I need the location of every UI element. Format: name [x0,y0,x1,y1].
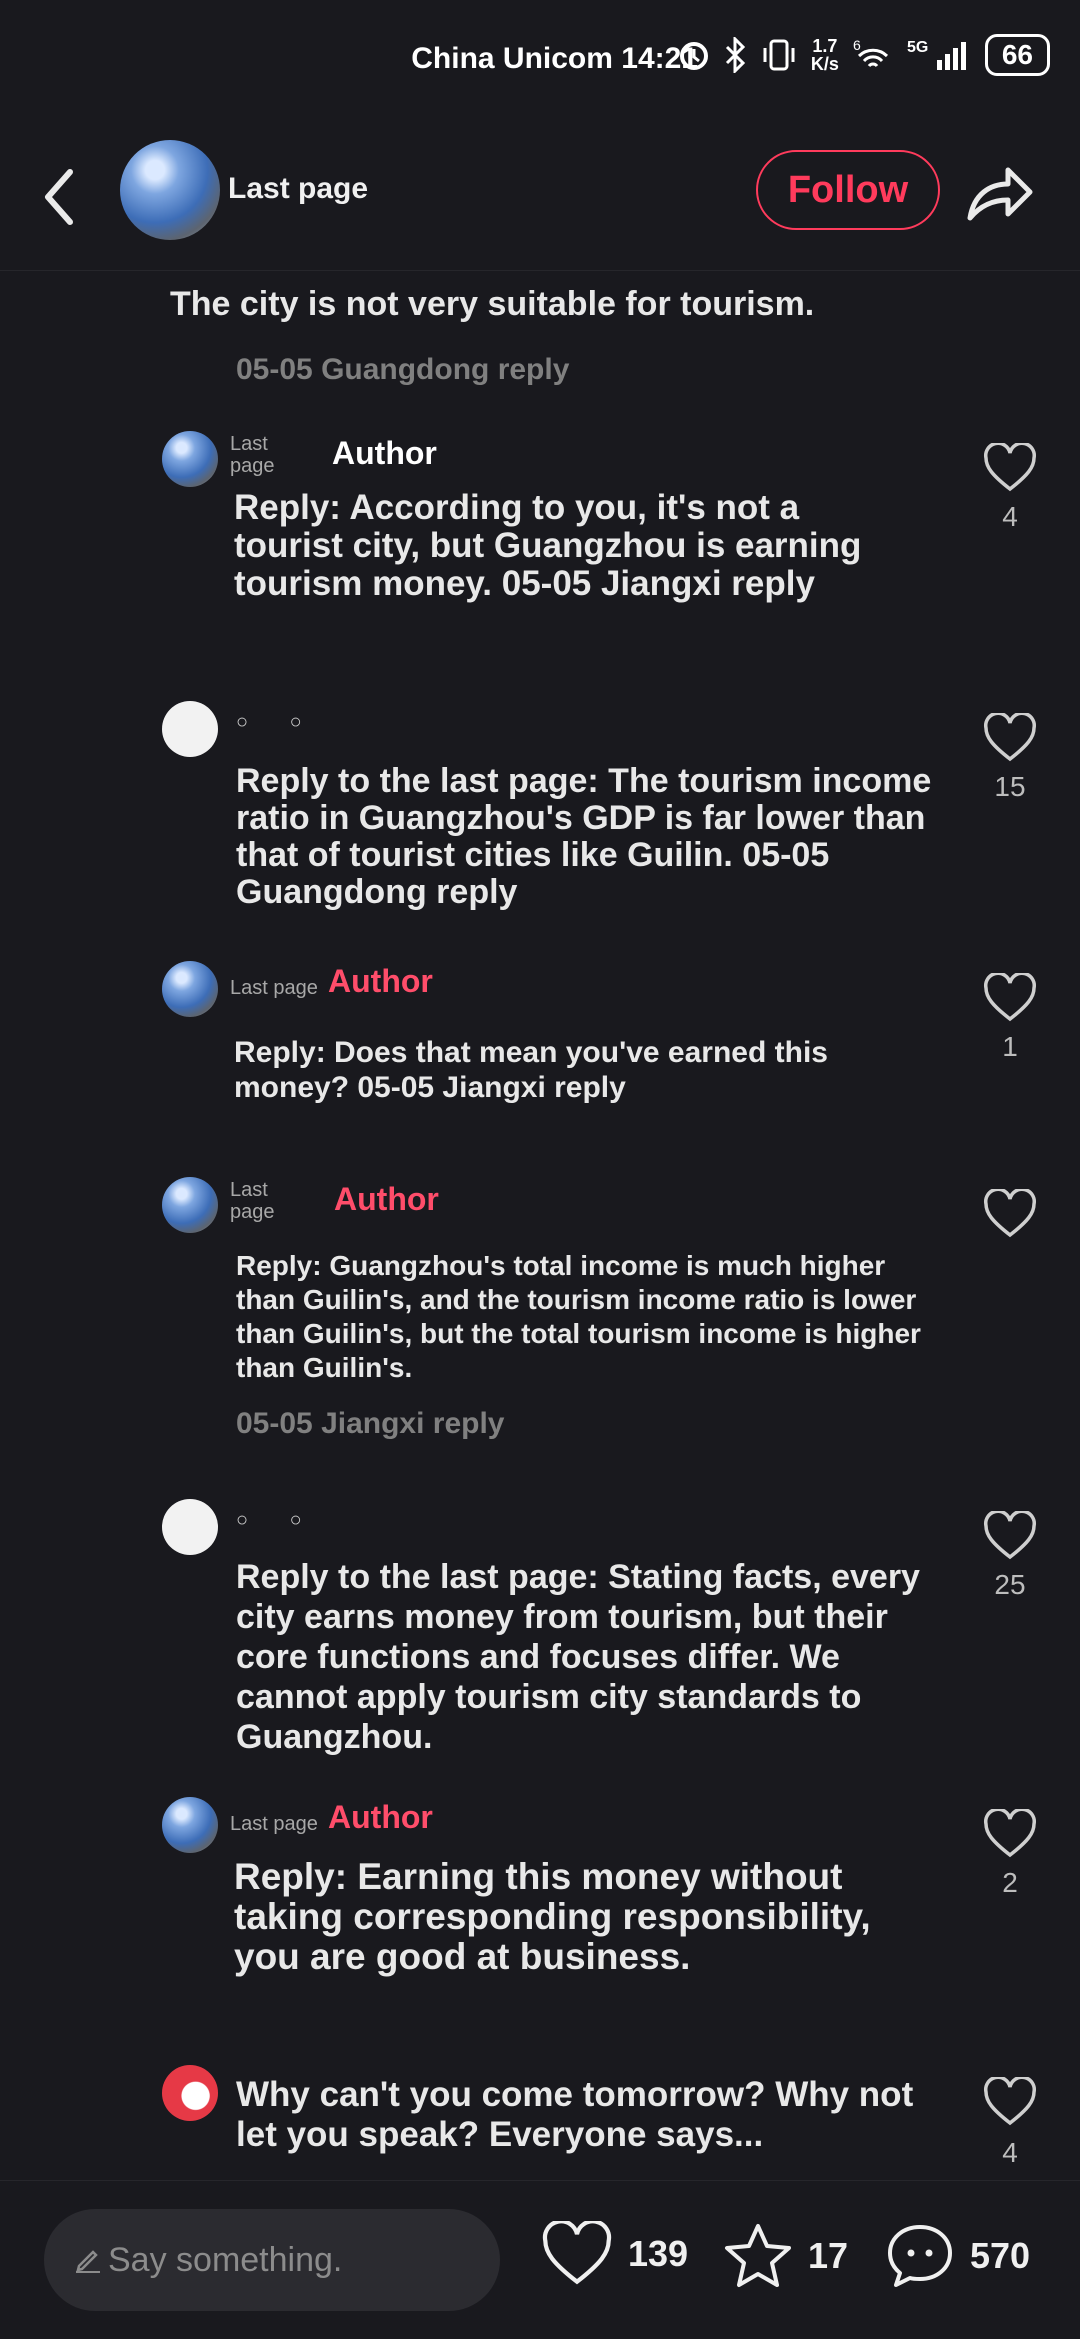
commenter-name[interactable]: Last page [230,433,290,477]
speed-unit: K/s [810,54,839,74]
commenter-avatar[interactable] [162,701,218,757]
comment-count: 570 [970,2235,1031,2276]
commenter-avatar[interactable] [162,1177,218,1233]
share-icon[interactable] [964,164,1034,224]
like-count: 2 [1002,1867,1018,1898]
author-badge: Author [328,963,433,999]
network-speed: 1.7 K/s [811,37,839,73]
commenter-avatar[interactable] [162,2065,218,2121]
heart-icon[interactable] [982,1809,1038,1859]
comment-meta[interactable]: 05-05 Guangdong reply [236,353,569,387]
commenter-avatar[interactable] [162,431,218,487]
vibrate-icon [763,39,795,71]
post-header: Last page Follow [0,120,1080,271]
author-badge: Author [334,1181,439,1217]
comment-input[interactable]: Say something. [44,2209,500,2311]
svg-text:5G: 5G [907,39,928,56]
like-count: 4 [1002,2137,1018,2168]
like-count: 4 [1002,501,1018,532]
svg-text:6: 6 [853,38,861,53]
carrier-time: China Unicom 14:21 [411,42,698,75]
heart-icon[interactable] [982,2077,1038,2127]
like-count: 1 [1002,1031,1018,1062]
comment-text[interactable]: Reply to the last page: Stating facts, e… [236,1557,936,1757]
comments-button[interactable]: 570 [884,2221,1030,2291]
alarm-icon [679,42,708,70]
like-count: 15 [994,771,1026,802]
comment-text[interactable]: Reply: Does that mean you've earned this… [234,1035,874,1105]
commenter-avatar[interactable] [162,1499,218,1555]
commenter-avatar[interactable] [162,1797,218,1853]
battery-icon: 66 [984,34,1050,76]
favorite-count: 17 [808,2235,849,2276]
heart-icon[interactable] [982,713,1038,763]
comment-bubble-icon [888,2225,952,2287]
like-count-total: 139 [628,2233,689,2274]
heart-icon[interactable] [982,1189,1038,1239]
commenter-name[interactable]: Last page [230,1179,290,1223]
speed-value: 1.7 [812,36,838,56]
comment-meta[interactable]: 05-05 Jiangxi reply [236,1407,504,1441]
favorite-button[interactable]: 17 [722,2221,848,2291]
heart-icon [542,2221,612,2285]
comment-text[interactable]: Reply: According to you, it's not a tour… [234,489,894,603]
comment-text[interactable]: Reply to the last page: The tourism inco… [236,763,936,911]
author-avatar[interactable] [120,140,220,240]
bottom-action-bar: Say something. 139 17 570 [0,2180,1080,2339]
back-arrow-icon[interactable] [36,162,86,232]
heart-icon[interactable] [982,443,1038,493]
pen-icon [76,2250,100,2273]
signal-icon: 5G [907,39,966,70]
like-count: 25 [994,1569,1026,1600]
wifi-icon: 6 [853,38,888,68]
heart-icon[interactable] [982,973,1038,1023]
bluetooth-icon [725,37,745,73]
comment-text: The city is not very suitable for touris… [170,285,815,323]
author-name[interactable]: Last page [228,172,368,206]
commenter-avatar[interactable] [162,961,218,1017]
heart-icon[interactable] [982,1511,1038,1561]
commenter-name[interactable]: Last page [230,1813,318,1835]
comment-input-placeholder: Say something. [108,2240,343,2279]
comment-text[interactable]: Why can't you come tomorrow? Why not let… [236,2075,936,2155]
comments-list: The city is not very suitable for touris… [0,271,1080,2180]
status-icons: 1.7 K/s 6 5G 66 [679,34,1050,76]
comment-text[interactable]: Reply: Guangzhou's total income is much … [236,1249,926,1385]
comment-text[interactable]: Reply: Earning this money without taking… [234,1857,874,1977]
follow-button[interactable]: Follow [756,150,940,230]
author-badge: Author [328,1799,433,1835]
commenter-name[interactable]: ○ ○ [236,1509,320,1532]
status-bar: China Unicom 14:21 1.7 K/s 6 5G 66 [0,0,1080,120]
like-button[interactable]: 139 [540,2221,688,2287]
author-badge: Author [332,435,437,471]
commenter-name[interactable]: Last page [230,977,318,999]
star-icon [725,2224,791,2287]
commenter-name[interactable]: ○ ○ [236,711,320,734]
